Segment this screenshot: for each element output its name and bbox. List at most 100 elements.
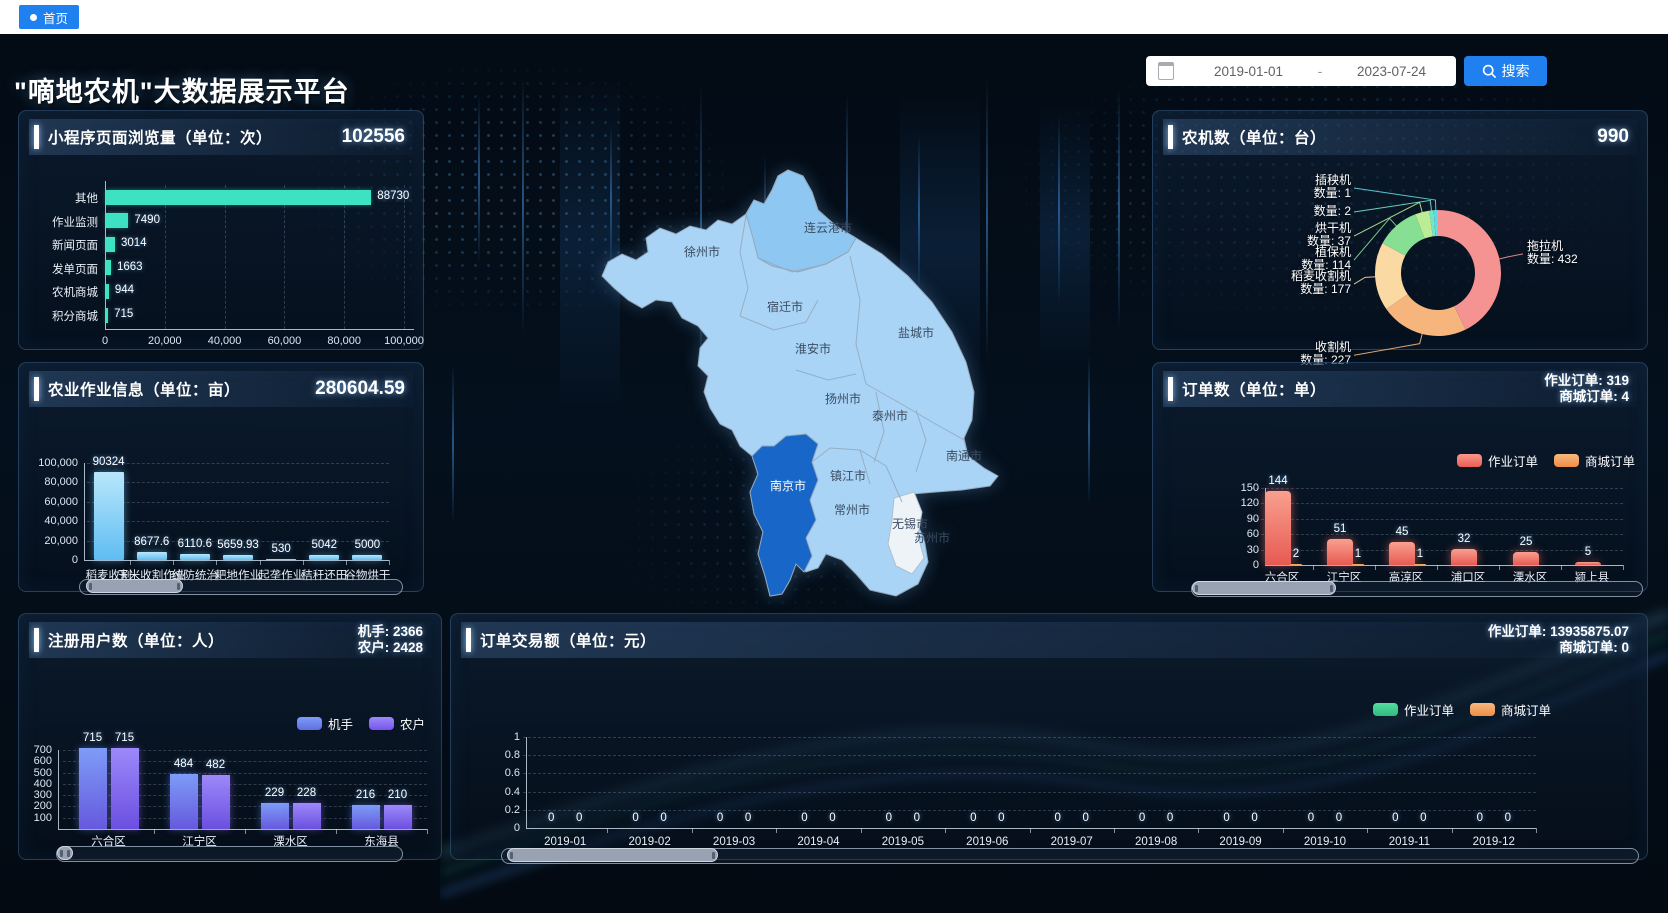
gridline xyxy=(87,502,389,503)
legend-swatch xyxy=(369,717,394,730)
bar[interactable] xyxy=(1290,564,1302,566)
bar[interactable] xyxy=(202,775,230,829)
datazoom-slider[interactable] xyxy=(501,848,1639,864)
stat-line: 农户: 2428 xyxy=(358,640,423,656)
bar[interactable] xyxy=(1575,562,1601,565)
legend-item[interactable]: 商城订单 xyxy=(1470,700,1551,719)
bar[interactable] xyxy=(1451,549,1477,565)
bar[interactable] xyxy=(1513,552,1539,565)
datazoom-slider[interactable] xyxy=(79,579,403,595)
gridline xyxy=(523,737,1536,738)
bar[interactable] xyxy=(79,748,107,829)
axis-tick-mark xyxy=(216,560,217,565)
axis-tick-mark xyxy=(1283,828,1284,833)
datazoom-slider[interactable] xyxy=(56,846,403,862)
y-tick-label: 30 xyxy=(1201,544,1259,556)
bar[interactable] xyxy=(170,774,198,829)
bar[interactable] xyxy=(352,555,382,560)
gridline xyxy=(404,185,405,329)
bar[interactable] xyxy=(223,555,253,560)
bar[interactable] xyxy=(106,260,111,275)
x-axis-line xyxy=(526,828,1536,829)
panel-orders: 订单数（单位：单） 作业订单: 319 商城订单: 4 030609012015… xyxy=(1152,362,1648,592)
datazoom-grip[interactable] xyxy=(60,850,63,857)
bar[interactable] xyxy=(352,805,380,829)
machines-donut-chart: 插秧机数量: 1数量: 2烘干机数量: 37植保机数量: 114稻麦收割机数量:… xyxy=(1153,111,1647,349)
panel-header: 订单数（单位：单） 作业订单: 319 商城订单: 4 xyxy=(1163,371,1637,407)
date-start-field[interactable]: 2019-01-01 xyxy=(1184,64,1313,79)
bar[interactable] xyxy=(106,284,109,299)
donut-label-qty: 数量: 432 xyxy=(1527,253,1578,266)
y-tick-label: 0 xyxy=(20,554,78,566)
panel-header: 小程序页面浏览量（单位：次） 102556 xyxy=(29,119,413,155)
legend-item[interactable]: 作业订单 xyxy=(1373,700,1454,719)
bar[interactable] xyxy=(106,213,128,228)
legend-item[interactable]: 农户 xyxy=(369,714,425,733)
legend-label: 机手 xyxy=(328,714,353,733)
bar[interactable] xyxy=(261,803,289,829)
donut-label-line xyxy=(1354,188,1436,211)
x-axis-line xyxy=(58,829,427,830)
category-label: 作业监测 xyxy=(19,214,98,230)
bar[interactable] xyxy=(137,552,167,560)
panel-total-value: 280604.59 xyxy=(315,378,413,400)
axis-tick-mark xyxy=(1536,828,1537,833)
jiangsu-map[interactable]: 徐州市连云港市宿迁市淮安市盐城市扬州市泰州市南通市南京市镇江市常州市无锡市苏州市 xyxy=(560,140,1030,610)
legend-item[interactable]: 机手 xyxy=(297,714,353,733)
header-accent-bar xyxy=(34,628,39,652)
datazoom-grip[interactable] xyxy=(510,852,513,859)
value-label: 90324 xyxy=(79,456,139,468)
panel-machines: 农机数（单位：台） 990 插秧机数量: 1数量: 2烘干机数量: 37植保机数… xyxy=(1152,110,1648,350)
bar[interactable] xyxy=(106,308,108,323)
date-end-field[interactable]: 2023-07-24 xyxy=(1327,64,1456,79)
donut-label: 稻麦收割机数量: 177 xyxy=(1221,270,1351,296)
date-range-picker[interactable]: 2019-01-01 - 2023-07-24 xyxy=(1146,56,1456,86)
axis-tick-mark xyxy=(303,560,304,565)
city-label-镇江市: 镇江市 xyxy=(830,468,866,483)
axis-tick-mark xyxy=(1114,828,1115,833)
bar[interactable] xyxy=(180,554,210,560)
bar[interactable] xyxy=(293,803,321,829)
bar[interactable] xyxy=(111,748,139,829)
bar[interactable] xyxy=(106,190,371,205)
bar[interactable] xyxy=(106,237,115,252)
bar[interactable] xyxy=(1352,564,1364,566)
datazoom-handle[interactable] xyxy=(57,846,73,860)
legend-swatch xyxy=(1457,454,1482,467)
bar[interactable] xyxy=(309,555,339,560)
legend-item[interactable]: 作业订单 xyxy=(1457,451,1538,470)
y-tick-label: 300 xyxy=(0,789,52,801)
datazoom-grip[interactable] xyxy=(67,850,70,857)
y-tick-label: 700 xyxy=(0,744,52,756)
bar[interactable] xyxy=(266,559,296,561)
datazoom-handle[interactable] xyxy=(86,579,183,593)
x-tick-label: 40,000 xyxy=(195,335,255,347)
datazoom-grip[interactable] xyxy=(1195,585,1198,592)
home-tab[interactable]: 首页 xyxy=(19,5,79,29)
datazoom-slider[interactable] xyxy=(1191,581,1643,597)
datazoom-grip[interactable] xyxy=(177,583,180,590)
datazoom-grip[interactable] xyxy=(712,852,715,859)
legend-swatch xyxy=(1373,703,1398,716)
donut-label-qty: 数量: 1 xyxy=(1221,187,1351,200)
category-label: 新闻页面 xyxy=(19,237,98,253)
bg-streak-line xyxy=(1088,354,1090,504)
bar[interactable] xyxy=(1414,564,1426,566)
registered-users-chart: 100200300400500600700六合区江宁区溧水区东海县7154842… xyxy=(19,658,441,859)
tab-dot-icon xyxy=(30,14,37,21)
axis-tick-mark xyxy=(945,828,946,833)
legend-item[interactable]: 商城订单 xyxy=(1554,451,1635,470)
city-label-扬州市: 扬州市 xyxy=(825,391,861,406)
y-tick-label: 0.4 xyxy=(462,786,520,798)
datazoom-handle[interactable] xyxy=(507,848,718,862)
city-label-南通市: 南通市 xyxy=(946,448,982,463)
search-button[interactable]: 搜索 xyxy=(1464,56,1547,86)
bar[interactable] xyxy=(94,472,124,560)
datazoom-grip[interactable] xyxy=(1330,585,1333,592)
bar[interactable] xyxy=(384,805,412,829)
datazoom-grip[interactable] xyxy=(89,583,92,590)
datazoom-handle[interactable] xyxy=(1192,581,1336,595)
gridline xyxy=(225,185,226,329)
legend-swatch xyxy=(297,717,322,730)
value-label: 1 xyxy=(1390,548,1450,560)
